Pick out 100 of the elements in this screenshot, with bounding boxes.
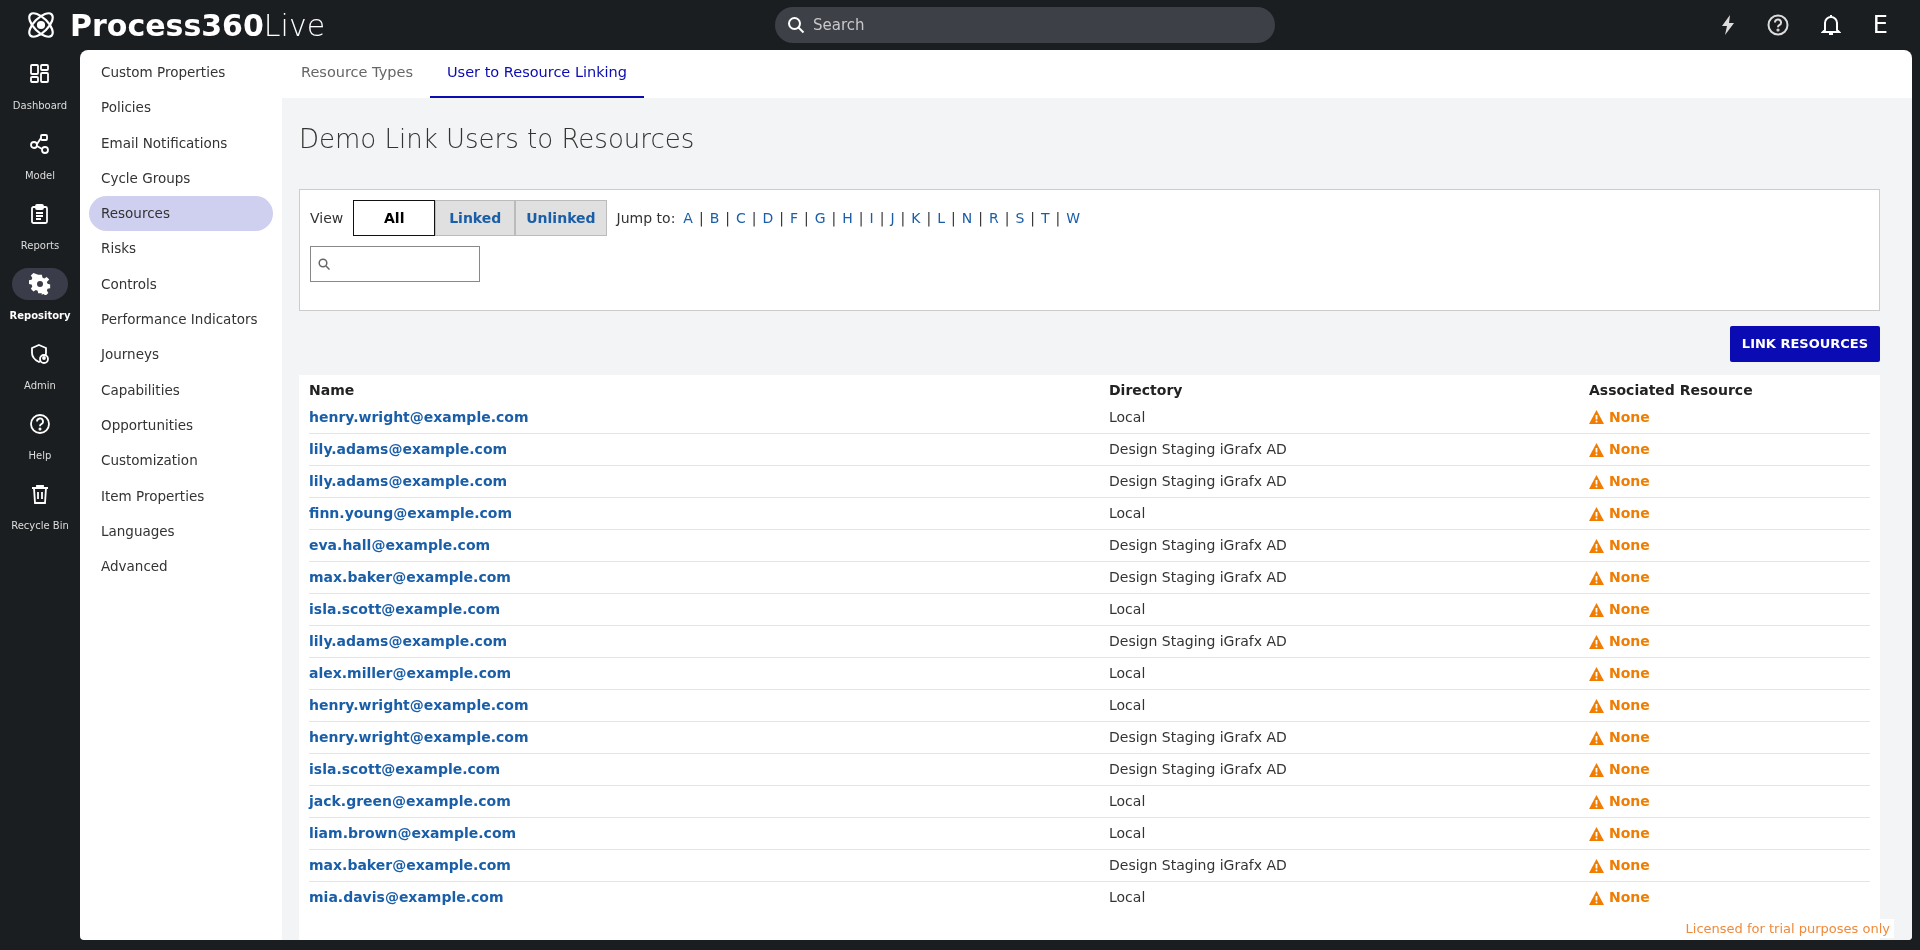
user-email-link[interactable]: liam.brown@example.com — [309, 823, 517, 844]
rail-item[interactable]: Repository — [5, 268, 75, 323]
letter-link[interactable]: H — [842, 207, 853, 229]
letter-link[interactable]: R — [988, 207, 999, 229]
letter-link[interactable]: D — [762, 207, 774, 229]
letter-link[interactable]: J — [890, 207, 895, 229]
user-email-link[interactable]: lily.adams@example.com — [309, 471, 508, 492]
reports-icon — [29, 203, 51, 225]
letter-link[interactable]: G — [814, 207, 826, 229]
user-email-link[interactable]: finn.young@example.com — [309, 503, 513, 524]
table-cell-text: Local — [1109, 504, 1146, 523]
rail-item[interactable]: Model — [5, 128, 75, 183]
bell-icon[interactable] — [1820, 14, 1841, 36]
view-toggle[interactable]: Linked — [435, 200, 516, 236]
sidebar-item[interactable]: Opportunities — [89, 407, 273, 444]
user-email-link[interactable]: henry.wright@example.com — [309, 695, 529, 716]
user-email-link[interactable]: max.baker@example.com — [309, 855, 511, 876]
separator-text: | — [751, 208, 757, 229]
table-cell-text: None — [1609, 888, 1650, 907]
user-initial[interactable]: E — [1872, 7, 1888, 43]
user-email-link[interactable]: henry.wright@example.com — [309, 406, 529, 428]
link-resources-button[interactable]: LINK RESOURCES — [1730, 326, 1880, 362]
table-cell-text: None — [1609, 824, 1650, 843]
table-cell-text: None — [1609, 792, 1650, 811]
user-email-link[interactable]: lily.adams@example.com — [309, 439, 508, 460]
table-cell-text: Local — [1109, 664, 1146, 683]
search-field[interactable]: Search — [775, 7, 1275, 43]
letter-link[interactable]: K — [911, 207, 921, 229]
app-logo-text: Process360 — [70, 6, 264, 45]
separator-text: | — [879, 208, 885, 229]
letter-link[interactable]: C — [735, 207, 746, 229]
user-email-link[interactable]: eva.hall@example.com — [309, 535, 491, 556]
lightning-icon[interactable] — [1720, 15, 1735, 35]
table-cell-text: None — [1609, 728, 1650, 747]
table-cell-text: Design Staging iGrafx AD — [1109, 440, 1287, 459]
sidebar-item[interactable]: Resources — [89, 196, 273, 232]
view-toggle[interactable]: All — [353, 200, 436, 236]
tab[interactable]: Resource Types — [284, 50, 430, 98]
separator-text: | — [725, 208, 730, 229]
letter-link[interactable]: I — [869, 207, 874, 229]
rail-item[interactable]: Dashboard — [5, 58, 75, 113]
user-email-link[interactable]: max.baker@example.com — [309, 567, 511, 588]
sidebar-item[interactable]: Item Properties — [89, 478, 273, 514]
app-logo-text: Live — [263, 6, 326, 45]
sidebar-item[interactable]: Custom Properties — [89, 55, 273, 91]
sidebar-item[interactable]: Policies — [89, 90, 273, 126]
sidebar-item[interactable]: Performance Indicators — [89, 302, 273, 338]
sidebar-item[interactable]: Advanced — [89, 549, 273, 585]
letter-link[interactable]: A — [683, 207, 693, 229]
rail-item[interactable]: Recycle Bin — [5, 478, 75, 533]
letter-link[interactable]: W — [1066, 207, 1081, 229]
letter-link[interactable]: S — [1015, 207, 1025, 229]
rail-item[interactable]: Admin — [5, 338, 75, 393]
letter-link[interactable]: B — [709, 207, 720, 229]
user-email-link[interactable]: henry.wright@example.com — [309, 727, 529, 748]
sidebar-item[interactable]: Email Notifications — [89, 125, 273, 161]
sidebar-item[interactable]: Languages — [89, 513, 273, 550]
sidebar-item[interactable]: Capabilities — [89, 372, 273, 408]
user-email-link[interactable]: isla.scott@example.com — [309, 599, 501, 620]
warning-icon — [1589, 538, 1604, 553]
search-icon — [318, 258, 330, 270]
sidebar-item[interactable]: Customization — [89, 443, 273, 479]
user-email-link[interactable]: lily.adams@example.com — [309, 631, 508, 652]
admin-icon — [29, 343, 51, 365]
warning-icon — [1589, 570, 1604, 585]
view-toggle[interactable]: Unlinked — [515, 200, 607, 236]
warning-icon — [1589, 666, 1604, 681]
filter-search-field[interactable] — [310, 246, 480, 282]
letter-link[interactable]: T — [1041, 207, 1050, 229]
table-cell-text: None — [1609, 664, 1650, 683]
model-icon — [29, 133, 51, 155]
rail-item[interactable]: Reports — [5, 198, 75, 253]
table-cell-text: None — [1609, 568, 1650, 587]
user-email-link[interactable]: alex.miller@example.com — [309, 663, 512, 684]
table-cell-text: Local — [1109, 407, 1146, 427]
trash-icon — [29, 483, 51, 505]
separator-text: | — [1055, 208, 1061, 229]
table-cell-text: None — [1609, 504, 1650, 523]
user-email-link[interactable]: mia.davis@example.com — [309, 887, 504, 908]
warning-icon — [1589, 506, 1604, 521]
letter-link[interactable]: N — [961, 207, 973, 229]
separator-text: | — [779, 208, 784, 229]
separator-text: | — [1004, 208, 1010, 229]
warning-icon — [1589, 826, 1604, 841]
warning-icon — [1589, 890, 1604, 905]
warning-icon — [1589, 602, 1604, 617]
table-cell-text: None — [1609, 407, 1650, 427]
rail-item[interactable]: Help — [5, 408, 75, 463]
sidebar-item[interactable]: Journeys — [89, 337, 273, 373]
sidebar-item[interactable]: Controls — [89, 266, 273, 303]
letter-link[interactable]: L — [937, 207, 945, 229]
table-cell-text: Design Staging iGrafx AD — [1109, 856, 1287, 875]
separator-text: | — [858, 208, 864, 229]
letter-link[interactable]: F — [789, 207, 799, 229]
help-icon[interactable] — [1766, 14, 1789, 36]
column-header: Associated Resource — [1589, 380, 1754, 400]
user-email-link[interactable]: jack.green@example.com — [309, 791, 511, 812]
sidebar-item[interactable]: Risks — [89, 231, 273, 267]
sidebar-item[interactable]: Cycle Groups — [89, 160, 273, 197]
user-email-link[interactable]: isla.scott@example.com — [309, 759, 501, 780]
